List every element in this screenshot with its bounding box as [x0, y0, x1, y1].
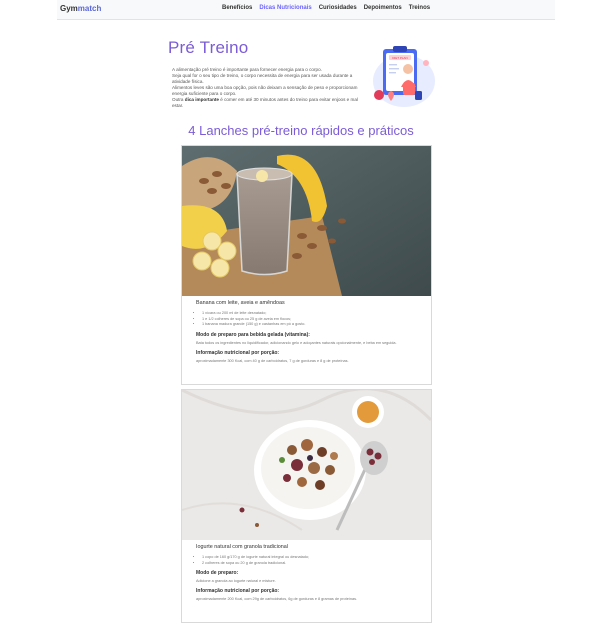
intro-paragraph-2: Seja qual for o seu tipo de treino, o co… — [172, 73, 353, 84]
intro-text: A alimentação pré treino é importante pa… — [172, 67, 368, 109]
nutrition-title: Informação nutricional por porção: — [196, 588, 280, 594]
prep-text: Adicione a granola ao iogurte natural e … — [196, 579, 276, 583]
prep-text: Bata todos os ingredientes no liquidific… — [196, 340, 397, 345]
snack-name: Iogurte natural com granola tradicional — [196, 544, 288, 550]
intro-last-prefix: Outra — [172, 97, 185, 102]
nav-link-curiosidades[interactable]: Curiosidades — [319, 5, 357, 11]
ingredients-list: 1 xícara ou 200 ml de leite desnatado; 1… — [196, 311, 421, 328]
intro-last-bold: dica importante — [184, 97, 219, 102]
snack-image-granola — [182, 390, 431, 540]
snack-card-1-body: Banana com leite, aveia e amêndoas 1 xíc… — [196, 300, 421, 368]
nav-link-treinos[interactable]: Treinos — [409, 5, 430, 11]
navbar: Gymmatch Benefícios Dicas Nutricionais C… — [57, 0, 555, 20]
intro-paragraph-3: Alimentos leves são uma boa opção, pois … — [172, 85, 358, 96]
nav-link-depoimentos[interactable]: Depoimentos — [364, 5, 402, 11]
intro-paragraph-4: Outra dica importante é comer em até 30 … — [172, 97, 368, 109]
snack-image-smoothie — [182, 146, 431, 296]
snack-name: Banana com leite, aveia e amêndoas — [196, 300, 285, 306]
nav-links: Benefícios Dicas Nutricionais Curiosidad… — [222, 5, 430, 11]
brand-logo[interactable]: Gymmatch — [60, 4, 101, 13]
nutrition-text: aproximadamente 300 Kcal, com 40 g de ca… — [196, 358, 349, 363]
section-title: 4 Lanches pré-treino rápidos e práticos — [188, 123, 414, 138]
nutrition-text: aproximadamente 200 Kcal, com 29g de car… — [196, 597, 358, 601]
brand-part1: Gym — [60, 4, 78, 13]
snack-card-2: Iogurte natural com granola tradicional … — [181, 389, 432, 623]
ingredient-item: 1 banana madura grande (150 g) e castanh… — [202, 322, 421, 328]
snack-card-2-body: Iogurte natural com granola tradicional … — [196, 544, 421, 606]
nav-link-beneficios[interactable]: Benefícios — [222, 5, 252, 11]
nav-link-dicas-nutricionais[interactable]: Dicas Nutricionais — [259, 5, 311, 11]
nutrition-title: Informação nutricional por porção: — [196, 349, 280, 356]
prep-title: Modo de preparo para bebida gelada (vita… — [196, 331, 310, 338]
ingredients-list: 1 copo de 160 g/170 g de iogurte natural… — [196, 555, 421, 566]
brand-part2: match — [77, 4, 102, 13]
ingredient-item: 2 colheres de sopa ou 20 g de granola tr… — [202, 561, 421, 567]
prep-title: Modo de preparo: — [196, 570, 239, 576]
diet-plan-label: DIET PLAN — [392, 56, 407, 60]
diet-plan-illustration: DIET PLAN — [371, 43, 437, 109]
snack-card-1: Banana com leite, aveia e amêndoas 1 xíc… — [181, 145, 432, 385]
page-title: Pré Treino — [168, 38, 249, 57]
